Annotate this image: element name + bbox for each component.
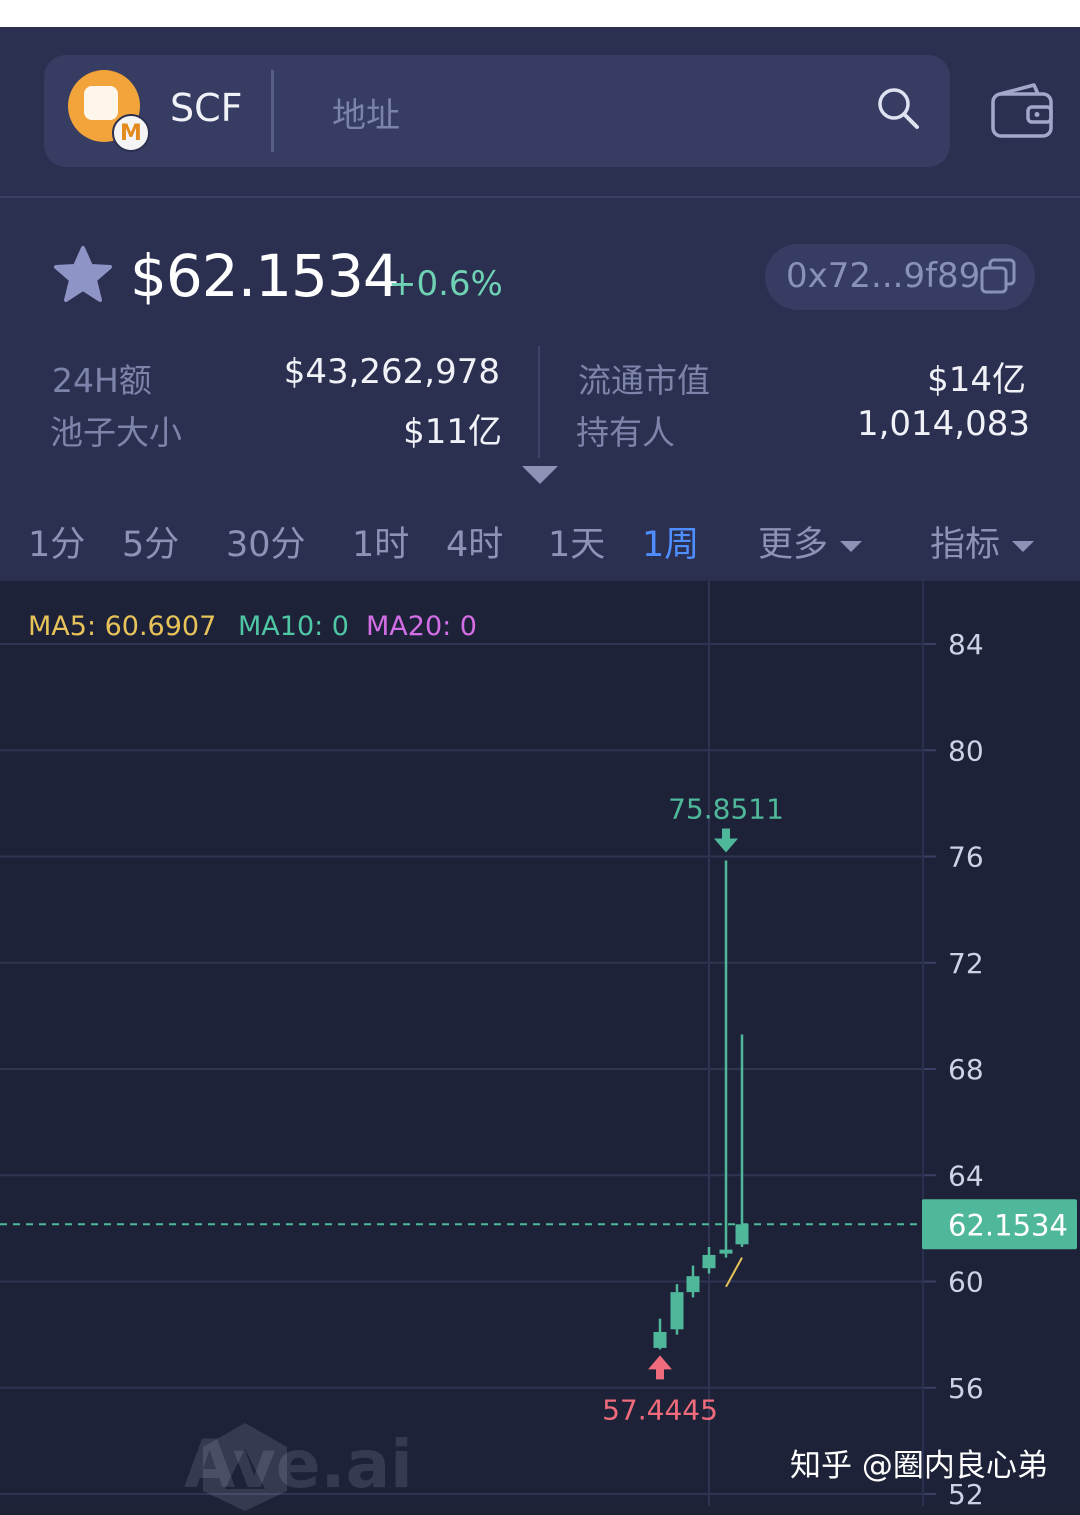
- high-price-label: 75.8511: [668, 792, 784, 825]
- candle-body: [735, 1224, 749, 1245]
- y-tick-label: 80: [948, 734, 984, 767]
- candle-body: [653, 1331, 667, 1348]
- search-icon[interactable]: [876, 86, 920, 130]
- stat-label-pool: 池子大小: [50, 413, 182, 452]
- low-price-label: 57.4445: [602, 1393, 718, 1426]
- chain-badge: M: [112, 114, 150, 152]
- stat-value-pool: $11亿: [403, 412, 502, 452]
- expand-stats-icon[interactable]: [522, 466, 558, 484]
- wallet-icon[interactable]: [990, 82, 1054, 138]
- tab-5m[interactable]: 5分: [122, 516, 179, 567]
- token-logo-mark: [84, 86, 118, 120]
- price-change: +0.6%: [388, 264, 503, 304]
- low-marker-arrow: [648, 1355, 672, 1380]
- high-marker-arrow: [714, 828, 738, 853]
- current-price-label: 62.1534: [948, 1208, 1068, 1242]
- tab-indicators[interactable]: 指标: [930, 516, 1035, 567]
- tab-30m[interactable]: 30分: [226, 516, 306, 567]
- stats-divider: [538, 346, 540, 458]
- tab-1h[interactable]: 1时: [352, 516, 409, 567]
- copy-icon[interactable]: [978, 256, 1018, 296]
- y-tick-label: 60: [948, 1266, 984, 1299]
- tab-1w[interactable]: 1周: [642, 516, 699, 567]
- y-tick-label: 68: [948, 1053, 984, 1086]
- contract-address[interactable]: 0x72...9f89: [786, 256, 980, 296]
- token-symbol[interactable]: SCF: [170, 86, 243, 130]
- y-tick-label: 84: [948, 628, 984, 661]
- tab-1m[interactable]: 1分: [28, 516, 85, 567]
- candle-body: [686, 1276, 700, 1293]
- price-chart[interactable]: 84 80 76 72 68 64 60 56 52 62.1534 75.8511 57.4445: [0, 581, 1080, 1506]
- search-separator: [271, 70, 274, 152]
- more-caret-icon: [840, 540, 863, 552]
- ma5-label: MA5: 60.6907: [28, 611, 217, 642]
- candle-body: [719, 1249, 733, 1254]
- stat-value-mcap: $14亿: [927, 360, 1026, 400]
- watermark-text: Ave.ai: [184, 1426, 413, 1503]
- stat-label-volume: 24H额: [52, 361, 152, 400]
- ma10-label: MA10: 0: [238, 611, 349, 642]
- tab-1d[interactable]: 1天: [548, 516, 605, 567]
- y-tick-label: 76: [948, 841, 984, 874]
- tab-4h[interactable]: 4时: [446, 516, 503, 567]
- candle-body: [670, 1292, 684, 1330]
- tab-more[interactable]: 更多: [758, 516, 863, 567]
- stat-value-volume: $43,262,978: [283, 352, 500, 392]
- y-tick-label: 64: [948, 1159, 984, 1192]
- tab-more-label: 更多: [758, 525, 829, 565]
- search-input[interactable]: 地址: [332, 88, 400, 137]
- stat-label-mcap: 流通市值: [578, 361, 710, 400]
- chart-canvas[interactable]: 84807672686460565262.153475.851157.4445: [0, 581, 1080, 1506]
- credit-text: 知乎 @圈内良心弟: [790, 1448, 1048, 1484]
- token-logo[interactable]: M: [68, 70, 150, 152]
- y-tick-label: 56: [948, 1372, 984, 1405]
- indicators-caret-icon: [1012, 540, 1035, 552]
- candle-body: [702, 1254, 716, 1269]
- tab-indicators-label: 指标: [930, 525, 1001, 565]
- favorite-star-icon[interactable]: [52, 244, 114, 306]
- ma20-label: MA20: 0: [366, 611, 477, 642]
- status-bar-strip: [0, 0, 1080, 27]
- stat-value-holders: 1,014,083: [856, 404, 1030, 444]
- token-price: $62.1534: [130, 242, 400, 310]
- stat-label-holders: 持有人: [576, 413, 675, 452]
- y-tick-label: 72: [948, 947, 984, 980]
